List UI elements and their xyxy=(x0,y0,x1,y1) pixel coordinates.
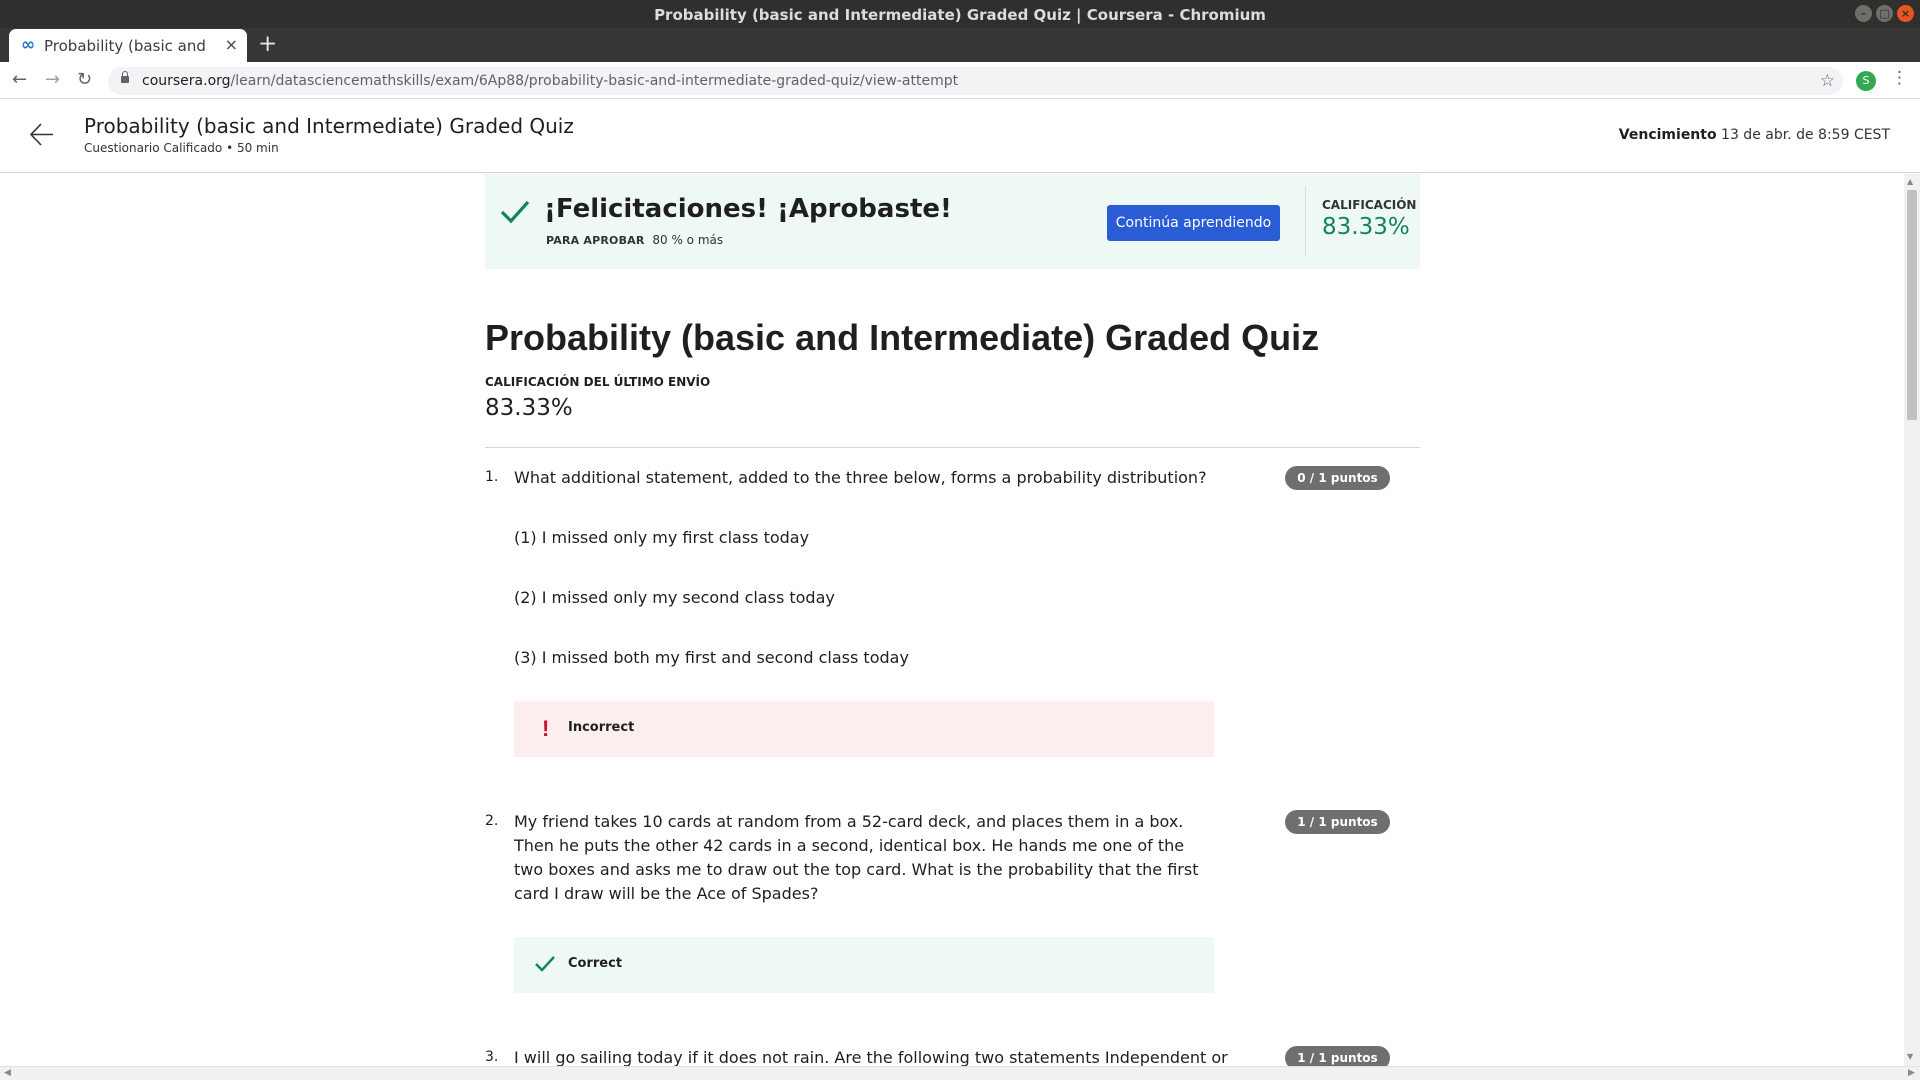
question-number: 1. xyxy=(485,469,499,485)
browser-toolbar: ← → ↻ coursera.org/learn/datasciencemath… xyxy=(0,62,1920,99)
quiz-header: Probability (basic and Intermediate) Gra… xyxy=(0,100,1920,173)
pass-label: PARA APROBAR xyxy=(546,234,645,247)
vertical-scrollbar[interactable]: ▲ ▼ xyxy=(1904,174,1920,1066)
question-statement: (2) I missed only my second class today xyxy=(514,588,835,607)
due-value: 13 de abr. de 8:59 CEST xyxy=(1721,127,1890,143)
bookmark-star-icon[interactable]: ☆ xyxy=(1820,71,1835,91)
scroll-up-icon[interactable]: ▲ xyxy=(1907,177,1913,186)
tab-strip: ∞ Probability (basic and Intermediate) G… xyxy=(0,28,1920,62)
due-label: Vencimiento xyxy=(1618,127,1717,143)
scroll-right-icon[interactable]: ▶ xyxy=(1908,1068,1915,1078)
reload-icon[interactable]: ↻ xyxy=(77,69,92,90)
pass-value: 80 % o más xyxy=(652,233,724,247)
question-text: My friend takes 10 cards at random from … xyxy=(514,812,1199,903)
question-text: I will go sailing today if it does not r… xyxy=(514,1048,1228,1066)
quiz-title: Probability (basic and Intermediate) Gra… xyxy=(485,317,1320,358)
page-subtitle: Cuestionario Calificado • 50 min xyxy=(84,141,279,155)
points-badge: 1 / 1 puntos xyxy=(1285,810,1390,834)
pass-requirement: PARA APROBAR 80 % o más xyxy=(546,233,723,247)
pass-banner: ¡Felicitaciones! ¡Aprobaste! PARA APROBA… xyxy=(485,174,1420,269)
url-text[interactable]: coursera.org/learn/datasciencemathskills… xyxy=(142,73,958,89)
feedback-correct: Correct xyxy=(514,937,1214,993)
grade-value: 83.33% xyxy=(1322,214,1410,240)
feedback-label: Incorrect xyxy=(568,720,635,735)
question-text: What additional statement, added to the … xyxy=(514,468,1207,487)
check-icon xyxy=(535,956,555,972)
new-tab-icon[interactable]: + xyxy=(258,31,277,57)
tab-close-icon[interactable]: × xyxy=(225,35,238,54)
lock-icon[interactable] xyxy=(121,71,129,83)
url-path: /learn/datasciencemathskills/exam/6Ap88/… xyxy=(230,73,959,89)
feedback-incorrect: ! Incorrect xyxy=(514,701,1214,757)
page-title: Probability (basic and Intermediate) Gra… xyxy=(84,114,574,138)
forward-nav-icon[interactable]: → xyxy=(45,69,60,90)
scroll-down-icon[interactable]: ▼ xyxy=(1907,1052,1913,1061)
window-controls: – □ × xyxy=(1855,5,1914,22)
continue-learning-button[interactable]: Continúa aprendiendo xyxy=(1107,205,1280,241)
question-statement: (3) I missed both my first and second cl… xyxy=(514,648,909,667)
coursera-favicon-icon: ∞ xyxy=(21,35,36,55)
divider xyxy=(485,447,1420,448)
url-host: coursera.org xyxy=(142,73,231,89)
due-date: Vencimiento 13 de abr. de 8:59 CEST xyxy=(1619,127,1890,143)
grade-label: CALIFICACIÓN xyxy=(1322,198,1417,212)
feedback-label: Correct xyxy=(568,956,623,971)
back-nav-icon[interactable]: ← xyxy=(12,69,27,90)
pass-title: ¡Felicitaciones! ¡Aprobaste! xyxy=(544,194,952,224)
alert-icon: ! xyxy=(542,716,550,741)
tab-title: Probability (basic and Intermediate) Gra… xyxy=(44,37,212,55)
window-title: Probability (basic and Intermediate) Gra… xyxy=(654,6,1266,24)
check-icon xyxy=(500,200,530,224)
browser-tab[interactable]: ∞ Probability (basic and Intermediate) G… xyxy=(9,29,247,62)
os-title-bar: Probability (basic and Intermediate) Gra… xyxy=(0,0,1920,28)
minimize-icon[interactable]: – xyxy=(1855,5,1872,22)
question-statement: (1) I missed only my first class today xyxy=(514,528,810,547)
close-window-icon[interactable]: × xyxy=(1897,5,1914,22)
scroll-left-icon[interactable]: ◀ xyxy=(4,1068,11,1078)
banner-divider xyxy=(1305,186,1306,256)
scrollbar-thumb[interactable] xyxy=(1907,190,1917,420)
profile-avatar[interactable]: S xyxy=(1856,71,1876,91)
maximize-icon[interactable]: □ xyxy=(1876,5,1893,22)
address-bar[interactable]: coursera.org/learn/datasciencemathskills… xyxy=(108,67,1843,95)
last-submission-label: CALIFICACIÓN DEL ÚLTIMO ENVÍO xyxy=(485,375,711,389)
question-number: 2. xyxy=(485,813,499,829)
browser-menu-icon[interactable]: ⋮ xyxy=(1891,68,1908,88)
points-badge: 0 / 1 puntos xyxy=(1285,466,1390,490)
main-content: ¡Felicitaciones! ¡Aprobaste! PARA APROBA… xyxy=(0,174,1904,1066)
last-submission-grade: 83.33% xyxy=(485,395,573,421)
back-arrow-icon[interactable] xyxy=(28,121,55,148)
points-badge: 1 / 1 puntos xyxy=(1285,1046,1390,1066)
question-number: 3. xyxy=(485,1049,499,1065)
horizontal-scrollbar[interactable]: ◀ ▶ xyxy=(0,1066,1920,1080)
